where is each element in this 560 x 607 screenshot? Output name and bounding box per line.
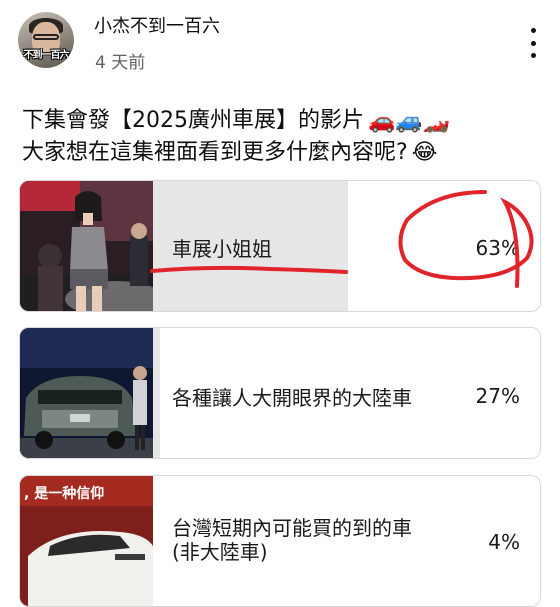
car-emoji: 🚗🚙🏎️ bbox=[368, 108, 451, 134]
poll-option-1-thumbnail bbox=[20, 181, 153, 311]
poll-option-3-label-line1: 台灣短期內可能買的到的車 bbox=[172, 516, 412, 540]
poll-option-2-percent: 27% bbox=[475, 384, 520, 408]
poll-option-2[interactable]: 各種讓人大開眼界的大陸車 27% bbox=[19, 327, 541, 459]
avatar-glasses bbox=[33, 34, 59, 40]
poll-option-3[interactable]: , 是一种信仰 台灣短期內可能買的到的車 (非大陸車) 4% bbox=[19, 475, 541, 607]
kebab-menu-icon[interactable] bbox=[526, 28, 540, 58]
poll-option-3-label: 台灣短期內可能買的到的車 (非大陸車) bbox=[172, 516, 412, 564]
post-time: 4 天前 bbox=[95, 53, 146, 73]
poll-option-1[interactable]: 車展小姐姐 63% bbox=[19, 180, 541, 312]
poll-option-2-label: 各種讓人大開眼界的大陸車 bbox=[172, 386, 412, 410]
poll-option-3-thumbnail: , 是一种信仰 bbox=[20, 476, 153, 606]
channel-name[interactable]: 小杰不到一百六 bbox=[94, 12, 220, 38]
poll-option-1-percent: 63% bbox=[475, 236, 520, 260]
poll-option-2-thumbnail bbox=[20, 328, 153, 458]
laugh-emoji: 😂 bbox=[411, 140, 438, 165]
avatar-tag: 不到一百六 bbox=[23, 50, 70, 61]
post-line-1: 下集會發【2025廣州車展】的影片 🚗🚙🏎️ bbox=[22, 105, 450, 137]
poll-option-3-label-line2: (非大陸車) bbox=[172, 540, 268, 564]
post-line-2-text: 大家想在這集裡面看到更多什麼內容呢? bbox=[22, 139, 408, 165]
thumb3-caption: , 是一种信仰 bbox=[24, 485, 104, 502]
post-text: 下集會發【2025廣州車展】的影片 🚗🚙🏎️ 大家想在這集裡面看到更多什麼內容呢?… bbox=[22, 105, 450, 168]
poll-option-1-label: 車展小姐姐 bbox=[172, 237, 272, 261]
poll-option-3-percent: 4% bbox=[488, 530, 520, 554]
post-line-1-text: 下集會發【2025廣州車展】的影片 bbox=[22, 108, 364, 133]
post-line-2: 大家想在這集裡面看到更多什麼內容呢? 😂 bbox=[22, 137, 450, 169]
channel-avatar[interactable]: 不到一百六 bbox=[18, 12, 74, 68]
